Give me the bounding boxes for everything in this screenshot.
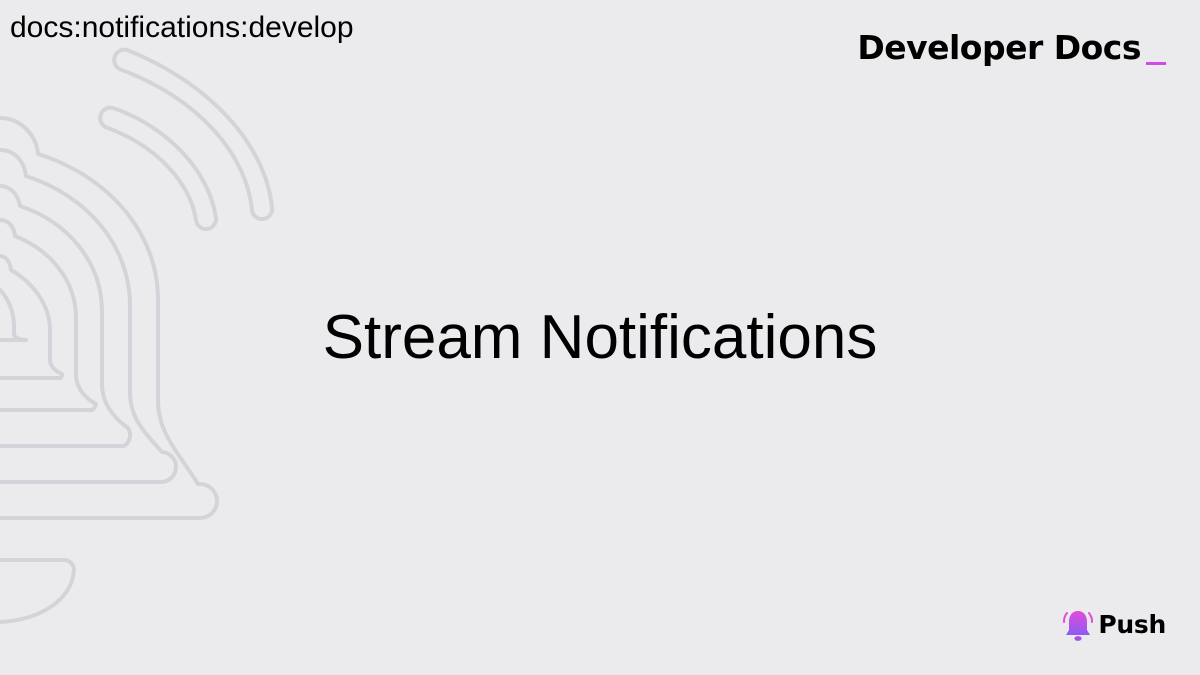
bell-clapper: [0, 558, 76, 624]
cursor-underscore-icon: [1146, 62, 1166, 65]
page-title: Stream Notifications: [322, 303, 878, 372]
brand-header: Developer Docs: [857, 28, 1166, 68]
bell-wave-outer: [112, 47, 275, 221]
breadcrumb: docs:notifications:develop: [10, 11, 354, 44]
push-logo: Push: [1061, 607, 1166, 643]
bell-icon: [1061, 607, 1095, 643]
bell-wave-inner: [98, 105, 219, 231]
brand-title: Developer Docs: [857, 28, 1141, 67]
logo-label: Push: [1098, 610, 1166, 639]
